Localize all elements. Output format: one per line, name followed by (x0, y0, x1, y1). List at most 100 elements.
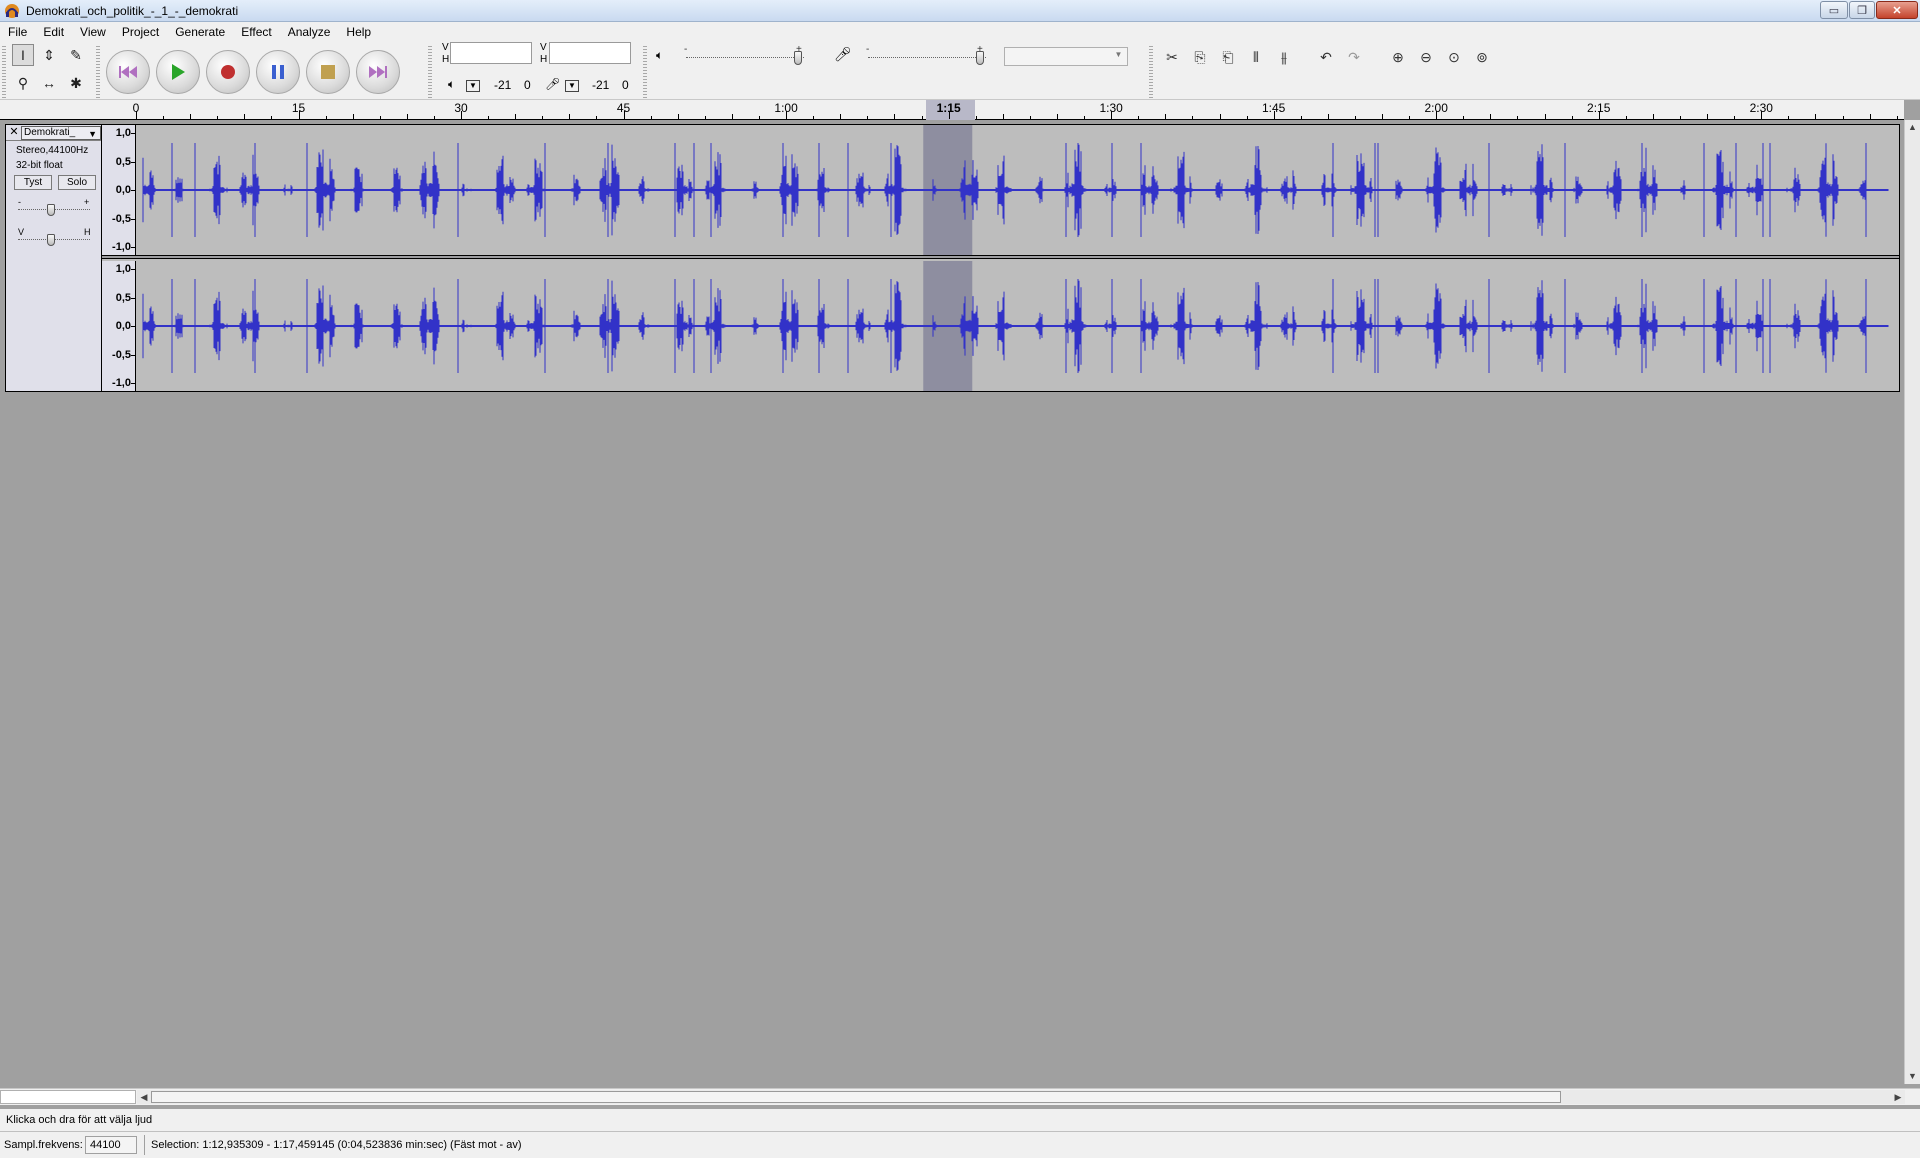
meter-toolbar-grip[interactable] (428, 44, 432, 98)
selection-tool-button[interactable]: I (12, 44, 34, 66)
track-close-button[interactable]: ✕ (8, 126, 20, 139)
menu-file[interactable]: File (0, 22, 35, 42)
scissors-icon: ✂ (1166, 48, 1178, 65)
timeline-ruler[interactable]: 0 15 30 45 1:00 1:15 1:30 1:45 2:00 2:15 2:30 (0, 100, 1904, 120)
mute-button[interactable]: Tyst (14, 175, 52, 190)
fit-selection-button[interactable]: ⊙ (1442, 45, 1466, 69)
track-control-panel: ✕ Demokrati_ ▼ Stereo,44100Hz 32-bit flo… (6, 125, 102, 391)
mixer-toolbar-grip[interactable] (643, 44, 647, 98)
ruler-tick (1598, 111, 1600, 119)
stop-button[interactable] (306, 50, 350, 94)
trim-button[interactable]: ⫴ (1244, 45, 1268, 69)
zoom-in-button[interactable]: ⊕ (1386, 45, 1410, 69)
waveform-left-channel[interactable] (137, 125, 1899, 255)
playback-meter-menu-arrow[interactable]: ▼ (466, 80, 480, 92)
pause-button[interactable] (256, 50, 300, 94)
ruler-tick (136, 111, 137, 119)
zoom-tool-button[interactable]: ⚲ (12, 72, 34, 94)
menu-generate[interactable]: Generate (167, 22, 233, 42)
track-format: Stereo,44100Hz (16, 145, 89, 156)
amplitude-label: 0,0 (115, 320, 131, 332)
ruler-tick (163, 116, 165, 119)
play-button[interactable] (156, 50, 200, 94)
waveform-right-channel[interactable] (137, 261, 1899, 391)
edit-toolbar-grip[interactable] (1149, 44, 1153, 98)
menu-view[interactable]: View (72, 22, 114, 42)
ruler-tick (1192, 116, 1194, 119)
gain-slider[interactable] (47, 204, 55, 216)
input-volume-minus: - (866, 44, 870, 55)
skip-to-start-button[interactable] (106, 50, 150, 94)
magnifier-icon: ⚲ (17, 74, 29, 91)
input-source-combo[interactable]: ▼ (1004, 47, 1128, 66)
minimize-button[interactable]: ▭ (1820, 1, 1848, 19)
ruler-tick (461, 111, 463, 119)
scroll-down-arrow-icon[interactable]: ▼ (1905, 1069, 1920, 1084)
chevron-down-icon: ▼ (1114, 50, 1123, 59)
scroll-right-arrow-icon[interactable]: ▶ (1891, 1090, 1905, 1104)
menu-project[interactable]: Project (114, 22, 167, 42)
ruler-tick (217, 116, 219, 119)
menu-analyze[interactable]: Analyze (280, 22, 339, 42)
minimize-icon: ▭ (1828, 4, 1840, 17)
sample-rate-label: Sampl.frekvens: (4, 1139, 83, 1151)
ruler-tick (271, 116, 273, 119)
ruler-tick (1571, 116, 1573, 119)
record-meter-menu-arrow[interactable]: ▼ (565, 80, 579, 92)
ruler-tick (623, 111, 625, 119)
restore-button[interactable]: ❐ (1849, 1, 1875, 19)
transport-toolbar-grip[interactable] (96, 44, 100, 98)
timeshift-tool-button[interactable]: ↔ (38, 72, 60, 94)
ibeam-icon: I (21, 47, 25, 63)
ruler-tick (894, 114, 896, 119)
sample-rate-combo[interactable]: 44100 (85, 1136, 137, 1154)
envelope-tool-button[interactable]: ⇕ (38, 44, 60, 66)
horizontal-scroll-row: ◀ ▶ (0, 1088, 1920, 1105)
menu-effect[interactable]: Effect (233, 22, 279, 42)
audio-track[interactable]: ✕ Demokrati_ ▼ Stereo,44100Hz 32-bit flo… (5, 124, 1900, 392)
track-name-bar: ✕ Demokrati_ ▼ (6, 125, 101, 141)
fit-project-button[interactable]: ⊚ (1470, 45, 1494, 69)
amplitude-label: -0,5 (112, 212, 131, 225)
track-bit-depth: 32-bit float (16, 160, 63, 171)
amplitude-tick (131, 269, 135, 270)
playback-meter-right-label: H (442, 54, 450, 65)
ruler-tick (1652, 114, 1654, 119)
vertical-scrollbar[interactable]: ▲ ▼ (1904, 120, 1920, 1084)
ruler-tick (1084, 116, 1086, 119)
skip-to-end-button[interactable] (356, 50, 400, 94)
ruler-tick (1327, 114, 1329, 119)
horizontal-scrollbar[interactable]: ◀ ▶ (137, 1090, 1905, 1104)
track-name-menu-button[interactable]: Demokrati_ ▼ (21, 126, 101, 140)
microphone-icon: 🎤︎ (545, 77, 561, 91)
output-volume-slider[interactable] (794, 51, 803, 65)
record-button[interactable] (206, 50, 250, 94)
amplitude-label: -1,0 (112, 377, 131, 389)
silence-button[interactable]: ⫵ (1272, 45, 1296, 69)
zoom-out-button[interactable]: ⊖ (1414, 45, 1438, 69)
copy-button[interactable]: ⎘ (1188, 45, 1212, 69)
draw-tool-button[interactable]: ✎ (65, 44, 87, 66)
paste-button[interactable]: ⎗ (1216, 45, 1240, 69)
silence-icon: ⫵ (1280, 48, 1288, 65)
multi-tool-button[interactable]: ✱ (65, 72, 87, 94)
tools-toolbar-grip[interactable] (2, 44, 6, 98)
ruler-tick (1382, 114, 1384, 119)
solo-button[interactable]: Solo (58, 175, 96, 190)
scroll-left-arrow-icon[interactable]: ◀ (137, 1090, 151, 1104)
horizontal-scroll-thumb[interactable] (151, 1091, 1561, 1103)
record-meter-max: 0 (622, 78, 629, 92)
input-volume-slider[interactable] (976, 51, 985, 65)
undo-button[interactable]: ↶ (1314, 45, 1338, 69)
redo-button[interactable]: ↷ (1342, 45, 1366, 69)
menu-edit[interactable]: Edit (35, 22, 72, 42)
menu-help[interactable]: Help (338, 22, 379, 42)
waveform-svg (142, 125, 1889, 255)
scroll-up-arrow-icon[interactable]: ▲ (1905, 120, 1920, 135)
cut-button[interactable]: ✂ (1160, 45, 1184, 69)
ruler-tick (786, 111, 788, 119)
ruler-tick (1788, 116, 1790, 119)
ruler-tick (406, 114, 408, 119)
pan-slider[interactable] (47, 234, 55, 246)
close-window-button[interactable]: ✕ (1876, 1, 1918, 19)
